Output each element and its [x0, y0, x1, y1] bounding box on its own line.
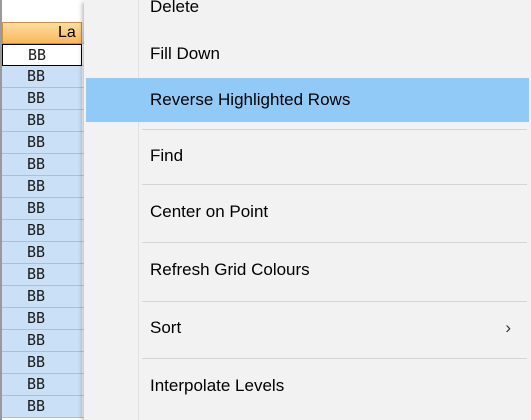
- menu-item-label: Interpolate Levels: [150, 376, 285, 395]
- menu-separator: [142, 129, 527, 130]
- menu-item-sort[interactable]: Sort ›: [86, 306, 529, 350]
- menu-item-find[interactable]: Find: [86, 134, 529, 178]
- grid-cell[interactable]: BB: [2, 286, 82, 308]
- menu-item-interpolate-levels[interactable]: Interpolate Levels: [86, 364, 529, 408]
- menu-item-label: Sort: [150, 318, 182, 337]
- grid-cell[interactable]: BB: [2, 154, 82, 176]
- menu-item-reverse-highlighted-rows[interactable]: Reverse Highlighted Rows: [86, 78, 529, 122]
- grid-cell[interactable]: BB: [2, 132, 82, 154]
- column-header[interactable]: La: [2, 22, 82, 44]
- context-menu: Delete Fill Down Reverse Highlighted Row…: [84, 0, 531, 420]
- grid-cell[interactable]: BB: [2, 66, 82, 88]
- menu-item-center-on-point[interactable]: Center on Point: [86, 190, 529, 234]
- menu-item-refresh-grid-colours[interactable]: Refresh Grid Colours: [86, 248, 529, 292]
- grid-cell[interactable]: BB: [2, 396, 82, 418]
- grid-cell[interactable]: BB: [2, 220, 82, 242]
- menu-item-label: Delete: [150, 0, 200, 16]
- menu-item-label: Refresh Grid Colours: [150, 260, 310, 279]
- menu-item-label: Reverse Highlighted Rows: [150, 90, 351, 109]
- grid-cell[interactable]: BB: [2, 88, 82, 110]
- grid-cell[interactable]: BB: [2, 374, 82, 396]
- grid-cell[interactable]: BB: [2, 242, 82, 264]
- grid-cell[interactable]: BB: [2, 176, 82, 198]
- menu-item-label: Find: [150, 146, 184, 165]
- menu-item-fill-down[interactable]: Fill Down: [86, 37, 529, 71]
- menu-separator: [142, 242, 527, 243]
- chevron-right-icon: ›: [505, 318, 511, 337]
- cell-editor[interactable]: BB: [2, 44, 82, 66]
- menu-item-delete[interactable]: Delete: [86, 0, 529, 22]
- grid-cell[interactable]: BB: [2, 308, 82, 330]
- menu-separator: [142, 358, 527, 359]
- menu-item-label: Center on Point: [150, 202, 269, 221]
- grid-cell[interactable]: BB: [2, 352, 82, 374]
- grid-cell[interactable]: BB: [2, 198, 82, 220]
- menu-separator: [142, 184, 527, 185]
- grid-cell[interactable]: BB: [2, 264, 82, 286]
- menu-separator: [142, 301, 527, 302]
- grid-cell[interactable]: BB: [2, 330, 82, 352]
- menu-item-label: Fill Down: [150, 44, 220, 63]
- grid-cell[interactable]: BB: [2, 110, 82, 132]
